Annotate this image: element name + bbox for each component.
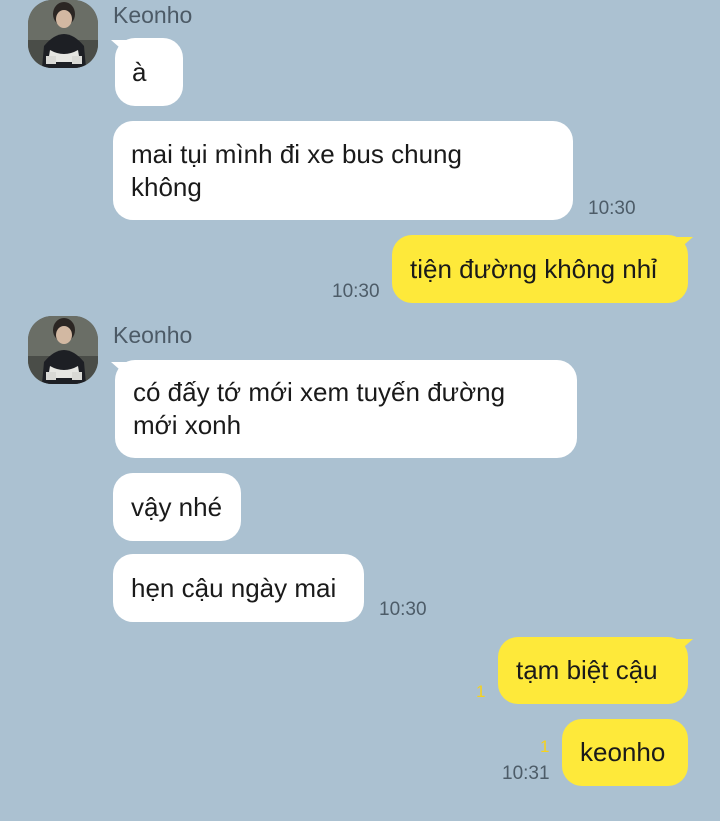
message-text: keonho: [580, 737, 666, 767]
message-text-line: không: [131, 171, 202, 202]
unread-count: 1: [540, 737, 550, 756]
message-text: hẹn cậu ngày mai: [131, 572, 337, 603]
message-time: 10:30: [379, 599, 427, 620]
message-bubble[interactable]: hẹn cậu ngày mai: [113, 554, 364, 622]
profile-photo-icon: [28, 316, 98, 384]
message-bubble[interactable]: có đấy tớ mới xem tuyến đường mới xonh: [115, 360, 577, 458]
avatar[interactable]: [28, 316, 98, 384]
message-bubble[interactable]: tạm biệt cậu: [498, 637, 688, 704]
message-text: tạm biệt cậu: [516, 655, 658, 685]
sender-name: Keonho: [113, 2, 193, 28]
message-text-line: có đấy tớ mới xem tuyến đường: [133, 377, 506, 407]
message-bubble[interactable]: mai tụi mình đi xe bus chung không: [113, 121, 573, 220]
message-text: à: [132, 56, 147, 87]
sender-name: Keonho: [113, 322, 193, 348]
profile-photo-icon: [28, 0, 98, 68]
message-text-line: mới xonh: [133, 410, 242, 440]
message-time: 10:30: [332, 281, 380, 302]
message-time: 10:31: [502, 763, 550, 784]
unread-count: 1: [476, 682, 486, 701]
message-bubble[interactable]: tiện đường không nhỉ: [392, 235, 688, 303]
message-bubble[interactable]: à: [115, 38, 183, 106]
message-text: mai tụi mình đi xe bus chung không: [131, 138, 462, 204]
message-text: có đấy tớ mới xem tuyến đường mới xonh: [133, 376, 505, 442]
message-text: vậy nhé: [131, 491, 223, 522]
message-text-line: mai tụi mình đi xe bus chung: [131, 138, 462, 169]
message-text: tiện đường không nhỉ: [410, 253, 657, 284]
message-time: 10:30: [588, 198, 636, 219]
message-bubble[interactable]: vậy nhé: [113, 473, 241, 541]
avatar[interactable]: [28, 0, 98, 68]
message-bubble[interactable]: keonho: [562, 719, 688, 786]
